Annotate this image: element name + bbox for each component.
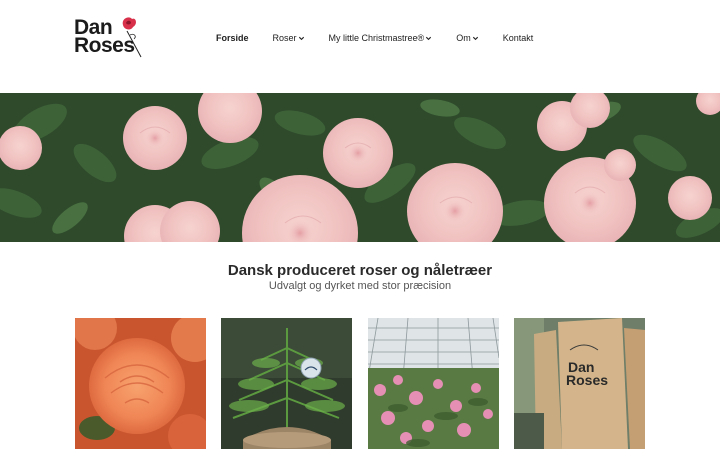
main-nav: Forside Roser My little Christmastree® O… [216,31,557,45]
logo[interactable]: Dan Roses [74,15,146,61]
page-subtitle: Udvalgt og dyrket med stor præcision [268,280,452,292]
site-header: Dan Roses Forside Roser My little Christ… [0,0,720,93]
nav-item-forside[interactable]: Forside [216,33,249,43]
chevron-down-icon [426,36,432,40]
product-cards: Dan Roses [75,318,645,449]
card-paper-bags[interactable]: Dan Roses [514,318,645,449]
bag-text-2: Roses [566,372,608,388]
nav-label: Forside [216,33,249,43]
nav-item-om[interactable]: Om [456,33,479,43]
hero-banner-image [0,93,720,242]
greenhouse-image [368,318,499,449]
nav-label: Roser [272,33,297,43]
pink-roses-banner [0,93,720,242]
rose-logo-icon [122,17,142,58]
card-orange-rose[interactable] [75,318,206,449]
nav-item-christmastree[interactable]: My little Christmastree® [329,33,433,43]
nav-label: My little Christmastree® [328,33,425,43]
nav-label: Kontakt [502,33,534,43]
orange-rose-image [75,318,206,449]
chevron-down-icon [472,36,478,40]
christmas-tree-image [221,318,352,449]
card-christmas-tree[interactable] [221,318,352,449]
nav-label: Om [456,33,471,43]
chevron-down-icon [298,36,304,40]
card-greenhouse[interactable] [368,318,499,449]
page-title: Dansk produceret roser og nåletræer [227,262,493,279]
nav-item-kontakt[interactable]: Kontakt [503,33,534,43]
paper-bags-image: Dan Roses [514,318,645,449]
nav-item-roser[interactable]: Roser [273,33,305,43]
